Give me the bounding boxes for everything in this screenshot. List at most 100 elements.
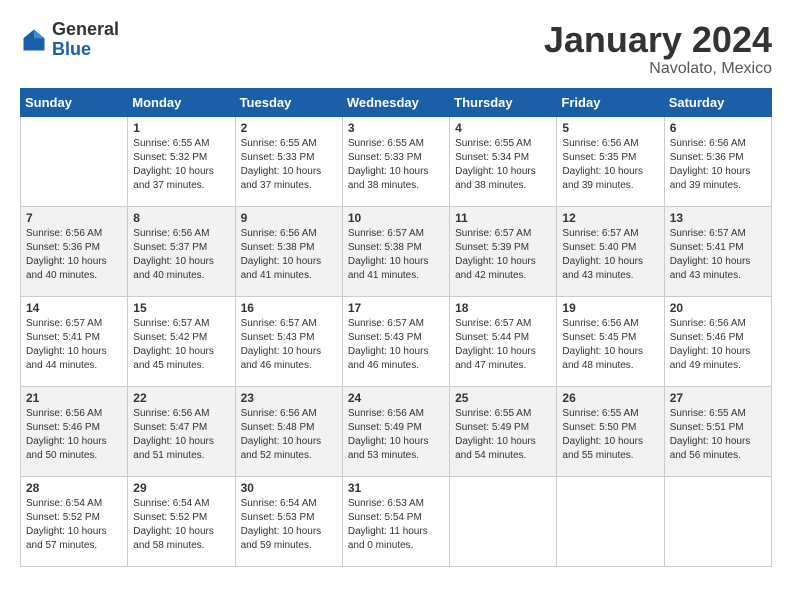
day-info: Sunrise: 6:57 AM Sunset: 5:40 PM Dayligh…	[562, 227, 658, 283]
calendar-cell: 27Sunrise: 6:55 AM Sunset: 5:51 PM Dayli…	[664, 386, 771, 476]
logo-icon	[20, 26, 48, 54]
day-info: Sunrise: 6:56 AM Sunset: 5:38 PM Dayligh…	[241, 227, 337, 283]
day-info: Sunrise: 6:56 AM Sunset: 5:49 PM Dayligh…	[348, 407, 444, 463]
day-number: 22	[133, 391, 229, 405]
calendar-cell: 23 Sunrise: 6:56 AM Sunset: 5:48 PM Dayli…	[235, 386, 342, 476]
day-number: 1	[133, 121, 229, 135]
day-number: 8	[133, 211, 229, 225]
calendar-cell: 6 Sunrise: 6:56 AM Sunset: 5:36 PM Daylig…	[664, 116, 771, 206]
day-info: Sunrise: 6:56 AM Sunset: 5:35 PM Dayligh…	[562, 137, 658, 193]
day-info: Sunrise: 6:55 AM Sunset: 5:33 PM Dayligh…	[241, 137, 337, 193]
calendar-week-row: 7 Sunrise: 6:56 AM Sunset: 5:36 PM Daylig…	[21, 206, 772, 296]
day-number: 16	[241, 301, 337, 315]
calendar-cell: 19Sunrise: 6:56 AM Sunset: 5:45 PM Dayli…	[557, 296, 664, 386]
logo-text: General Blue	[52, 20, 119, 60]
header-day: Saturday	[664, 88, 771, 116]
calendar-cell: 3 Sunrise: 6:55 AM Sunset: 5:33 PM Daylig…	[342, 116, 449, 206]
calendar-cell: 11 Sunrise: 6:57 AM Sunset: 5:39 PM Dayli…	[450, 206, 557, 296]
day-number: 27	[670, 391, 766, 405]
day-info: Sunrise: 6:57 AM Sunset: 5:44 PM Dayligh…	[455, 317, 551, 373]
calendar-week-row: 21Sunrise: 6:56 AM Sunset: 5:46 PM Dayli…	[21, 386, 772, 476]
calendar-cell: 18 Sunrise: 6:57 AM Sunset: 5:44 PM Dayli…	[450, 296, 557, 386]
calendar-cell: 9Sunrise: 6:56 AM Sunset: 5:38 PM Daylig…	[235, 206, 342, 296]
day-number: 11	[455, 211, 551, 225]
day-info: Sunrise: 6:56 AM Sunset: 5:46 PM Dayligh…	[26, 407, 122, 463]
day-info: Sunrise: 6:57 AM Sunset: 5:38 PM Dayligh…	[348, 227, 444, 283]
day-info: Sunrise: 6:57 AM Sunset: 5:41 PM Dayligh…	[26, 317, 122, 373]
day-info: Sunrise: 6:56 AM Sunset: 5:36 PM Dayligh…	[670, 137, 766, 193]
day-number: 14	[26, 301, 122, 315]
day-number: 30	[241, 481, 337, 495]
day-info: Sunrise: 6:57 AM Sunset: 5:39 PM Dayligh…	[455, 227, 551, 283]
header-day: Friday	[557, 88, 664, 116]
day-number: 24	[348, 391, 444, 405]
month-title: January 2024	[544, 20, 772, 60]
day-number: 28	[26, 481, 122, 495]
calendar-cell	[21, 116, 128, 206]
day-number: 10	[348, 211, 444, 225]
day-number: 2	[241, 121, 337, 135]
day-info: Sunrise: 6:54 AM Sunset: 5:52 PM Dayligh…	[133, 497, 229, 553]
day-info: Sunrise: 6:55 AM Sunset: 5:49 PM Dayligh…	[455, 407, 551, 463]
calendar-cell: 31Sunrise: 6:53 AM Sunset: 5:54 PM Dayli…	[342, 476, 449, 566]
day-info: Sunrise: 6:57 AM Sunset: 5:43 PM Dayligh…	[241, 317, 337, 373]
day-info: Sunrise: 6:57 AM Sunset: 5:43 PM Dayligh…	[348, 317, 444, 373]
header-day: Sunday	[21, 88, 128, 116]
calendar-cell: 14 Sunrise: 6:57 AM Sunset: 5:41 PM Dayli…	[21, 296, 128, 386]
day-info: Sunrise: 6:55 AM Sunset: 5:33 PM Dayligh…	[348, 137, 444, 193]
day-number: 7	[26, 211, 122, 225]
calendar-cell: 12 Sunrise: 6:57 AM Sunset: 5:40 PM Dayli…	[557, 206, 664, 296]
day-number: 6	[670, 121, 766, 135]
calendar-cell: 17 Sunrise: 6:57 AM Sunset: 5:43 PM Dayli…	[342, 296, 449, 386]
day-number: 3	[348, 121, 444, 135]
page-header: General Blue January 2024 Navolato, Mexi…	[20, 20, 772, 78]
calendar-cell: 20 Sunrise: 6:56 AM Sunset: 5:46 PM Dayli…	[664, 296, 771, 386]
calendar-cell	[557, 476, 664, 566]
day-number: 12	[562, 211, 658, 225]
header-day: Wednesday	[342, 88, 449, 116]
day-number: 13	[670, 211, 766, 225]
header-day: Tuesday	[235, 88, 342, 116]
calendar-cell	[450, 476, 557, 566]
calendar-cell: 10 Sunrise: 6:57 AM Sunset: 5:38 PM Dayli…	[342, 206, 449, 296]
day-number: 20	[670, 301, 766, 315]
day-number: 15	[133, 301, 229, 315]
header-day: Thursday	[450, 88, 557, 116]
header-row: SundayMondayTuesdayWednesdayThursdayFrid…	[21, 88, 772, 116]
calendar-cell: 24 Sunrise: 6:56 AM Sunset: 5:49 PM Dayli…	[342, 386, 449, 476]
calendar-cell	[664, 476, 771, 566]
day-info: Sunrise: 6:56 AM Sunset: 5:46 PM Dayligh…	[670, 317, 766, 373]
day-number: 18	[455, 301, 551, 315]
calendar-cell: 2 Sunrise: 6:55 AM Sunset: 5:33 PM Daylig…	[235, 116, 342, 206]
day-info: Sunrise: 6:53 AM Sunset: 5:54 PM Dayligh…	[348, 497, 444, 553]
day-number: 29	[133, 481, 229, 495]
calendar-week-row: 14 Sunrise: 6:57 AM Sunset: 5:41 PM Dayli…	[21, 296, 772, 386]
calendar-cell: 21Sunrise: 6:56 AM Sunset: 5:46 PM Dayli…	[21, 386, 128, 476]
day-info: Sunrise: 6:55 AM Sunset: 5:50 PM Dayligh…	[562, 407, 658, 463]
calendar-cell: 25Sunrise: 6:55 AM Sunset: 5:49 PM Dayli…	[450, 386, 557, 476]
day-info: Sunrise: 6:56 AM Sunset: 5:48 PM Dayligh…	[241, 407, 337, 463]
day-info: Sunrise: 6:57 AM Sunset: 5:42 PM Dayligh…	[133, 317, 229, 373]
calendar-cell: 26 Sunrise: 6:55 AM Sunset: 5:50 PM Dayli…	[557, 386, 664, 476]
header-day: Monday	[128, 88, 235, 116]
calendar-cell: 5Sunrise: 6:56 AM Sunset: 5:35 PM Daylig…	[557, 116, 664, 206]
day-number: 4	[455, 121, 551, 135]
logo-blue: Blue	[52, 39, 91, 59]
day-number: 23	[241, 391, 337, 405]
calendar-cell: 16 Sunrise: 6:57 AM Sunset: 5:43 PM Dayli…	[235, 296, 342, 386]
day-info: Sunrise: 6:56 AM Sunset: 5:37 PM Dayligh…	[133, 227, 229, 283]
calendar-week-row: 28 Sunrise: 6:54 AM Sunset: 5:52 PM Dayli…	[21, 476, 772, 566]
day-number: 26	[562, 391, 658, 405]
day-info: Sunrise: 6:55 AM Sunset: 5:34 PM Dayligh…	[455, 137, 551, 193]
calendar-cell: 1 Sunrise: 6:55 AM Sunset: 5:32 PM Daylig…	[128, 116, 235, 206]
day-info: Sunrise: 6:56 AM Sunset: 5:45 PM Dayligh…	[562, 317, 658, 373]
day-info: Sunrise: 6:55 AM Sunset: 5:32 PM Dayligh…	[133, 137, 229, 193]
day-number: 17	[348, 301, 444, 315]
calendar-cell: 13 Sunrise: 6:57 AM Sunset: 5:41 PM Dayli…	[664, 206, 771, 296]
day-info: Sunrise: 6:56 AM Sunset: 5:47 PM Dayligh…	[133, 407, 229, 463]
day-info: Sunrise: 6:57 AM Sunset: 5:41 PM Dayligh…	[670, 227, 766, 283]
calendar-cell: 4 Sunrise: 6:55 AM Sunset: 5:34 PM Daylig…	[450, 116, 557, 206]
day-info: Sunrise: 6:56 AM Sunset: 5:36 PM Dayligh…	[26, 227, 122, 283]
day-info: Sunrise: 6:54 AM Sunset: 5:52 PM Dayligh…	[26, 497, 122, 553]
calendar-cell: 8 Sunrise: 6:56 AM Sunset: 5:37 PM Daylig…	[128, 206, 235, 296]
